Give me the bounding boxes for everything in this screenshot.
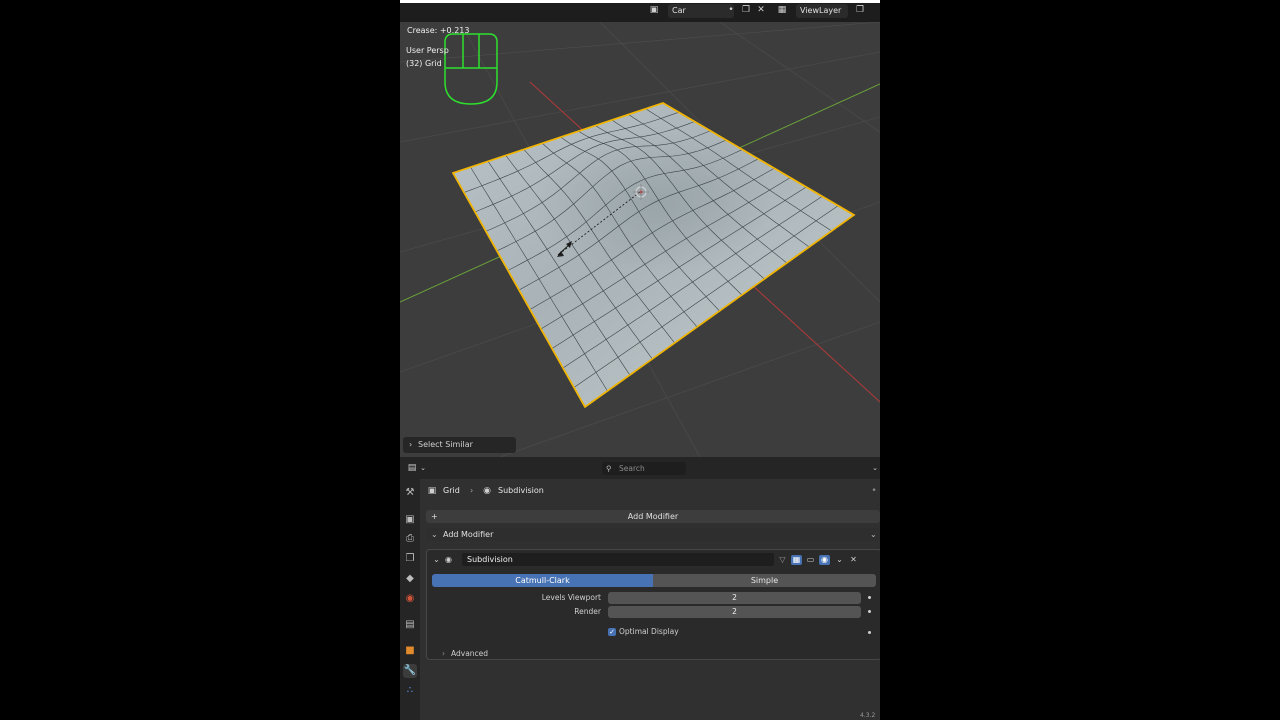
particles-tab-icon[interactable]: ∴ bbox=[403, 684, 417, 698]
edit-mode-icon[interactable]: ▽ bbox=[777, 555, 788, 565]
add-modifier-menu-label: Add Modifier bbox=[443, 530, 494, 539]
crease-readout: Crease: +0.213 bbox=[407, 26, 470, 35]
last-operator-panel[interactable]: › Select Similar bbox=[403, 437, 516, 453]
mouse-overlay-icon bbox=[444, 33, 498, 105]
mesh-object-icon: ▣ bbox=[427, 486, 437, 496]
world-tab-icon[interactable]: ◉ bbox=[403, 592, 417, 606]
breadcrumb-modifier: Subdivision bbox=[498, 486, 544, 495]
optimal-display-checkbox[interactable]: ✓ bbox=[608, 628, 616, 636]
scene-tab-icon[interactable]: ◆ bbox=[403, 572, 417, 586]
3d-viewport[interactable]: Crease: +0.213 User Persp (32) Grid › Se… bbox=[400, 22, 880, 457]
subdivision-modifier-panel: ⌄ ◉ Subdivision ▽ ▦ ▭ ◉ ⌄ ✕ Catmull-Clar… bbox=[426, 549, 880, 660]
advanced-subpanel-label[interactable]: Advanced bbox=[451, 648, 488, 660]
scene-selector[interactable]: Car bbox=[668, 4, 734, 18]
keyframe-dot[interactable] bbox=[868, 610, 871, 613]
window-edge bbox=[400, 0, 880, 3]
chevron-right-icon: › bbox=[409, 440, 413, 449]
add-modifier-menu[interactable]: ⌄ Add Modifier ⌄ bbox=[426, 528, 880, 541]
modifier-icon: ◉ bbox=[483, 486, 491, 496]
properties-header: ▤ ⌄ ⚲ Search ⌄ bbox=[400, 457, 880, 479]
collapse-chevron-icon[interactable]: ⌄ bbox=[431, 555, 442, 565]
options-chevron-icon[interactable]: ⌄ bbox=[870, 463, 880, 473]
object-tab-icon[interactable]: ■ bbox=[403, 644, 417, 658]
subdivision-icon: ◉ bbox=[445, 555, 452, 564]
object-info: (32) Grid bbox=[406, 59, 442, 68]
advanced-chevron-icon[interactable]: › bbox=[442, 648, 445, 660]
keyframe-dot[interactable] bbox=[868, 596, 871, 599]
close-icon[interactable]: ✕ bbox=[848, 555, 859, 565]
view-name: User Persp bbox=[406, 46, 449, 55]
keyframe-dot[interactable] bbox=[868, 631, 871, 634]
modifier-tab-icon[interactable]: 🔧 bbox=[403, 664, 417, 678]
collection-tab-icon[interactable]: ▤ bbox=[403, 618, 417, 632]
view-layer-name: ViewLayer bbox=[800, 6, 842, 15]
search-input[interactable]: ⚲ Search bbox=[602, 462, 686, 475]
breadcrumb-separator-icon: › bbox=[470, 486, 474, 495]
levels-viewport-field[interactable]: 2 bbox=[608, 592, 861, 604]
output-tab-icon[interactable]: ⎙ bbox=[403, 532, 417, 546]
version-label: 4.3.2 bbox=[860, 712, 876, 719]
breadcrumb-object: Grid bbox=[443, 486, 460, 495]
mode-catmull-clark[interactable]: Catmull-Clark bbox=[432, 574, 653, 587]
optimal-display-label: Optimal Display bbox=[619, 627, 679, 636]
view-layer-selector[interactable]: ViewLayer bbox=[796, 4, 848, 18]
view-layer-icon[interactable]: ▦ bbox=[777, 5, 787, 15]
search-placeholder: Search bbox=[619, 464, 645, 473]
dropdown-icon[interactable]: ⌄ bbox=[834, 555, 845, 565]
top-header: ▣ Car • ❐ ✕ ▦ ViewLayer ❐ bbox=[400, 0, 880, 22]
pin-icon[interactable]: • bbox=[869, 486, 879, 496]
levels-viewport-label: Levels Viewport bbox=[541, 593, 601, 602]
properties-editor: ▤ ⌄ ⚲ Search ⌄ ⚒ ▣ ⎙ ❐ ◆ ◉ ▤ ■ 🔧 ∴ ▣ Gri… bbox=[400, 457, 880, 720]
viewport-scene bbox=[400, 22, 880, 457]
render-levels-label: Render bbox=[574, 607, 601, 616]
add-modifier-button-label: Add Modifier bbox=[627, 512, 679, 521]
close-icon[interactable]: ✕ bbox=[756, 5, 766, 15]
pin-icon[interactable]: • bbox=[726, 5, 736, 15]
new-scene-icon[interactable]: ❐ bbox=[741, 5, 751, 15]
add-modifier-button[interactable]: + Add Modifier bbox=[426, 510, 880, 523]
modifier-name-field[interactable]: Subdivision bbox=[462, 553, 774, 566]
scene-icon[interactable]: ▣ bbox=[649, 5, 659, 15]
search-icon: ⚲ bbox=[606, 464, 612, 473]
scene-name: Car bbox=[672, 6, 686, 15]
render-tab-icon[interactable]: ▣ bbox=[403, 513, 417, 527]
new-view-layer-icon[interactable]: ❐ bbox=[855, 5, 865, 15]
on-cage-icon[interactable]: ▦ bbox=[791, 555, 802, 565]
viewport-display-icon[interactable]: ▭ bbox=[805, 555, 816, 565]
editor-type-icon[interactable]: ▤ bbox=[407, 463, 417, 473]
chevron-down-icon: ⌄ bbox=[431, 530, 438, 539]
properties-tabs: ⚒ ▣ ⎙ ❐ ◆ ◉ ▤ ■ 🔧 ∴ bbox=[400, 479, 420, 720]
view-layer-tab-icon[interactable]: ❐ bbox=[403, 552, 417, 566]
blender-window: ▣ Car • ❐ ✕ ▦ ViewLayer ❐ Crease: +0.213… bbox=[400, 0, 880, 720]
mode-simple[interactable]: Simple bbox=[653, 574, 876, 587]
render-camera-icon[interactable]: ◉ bbox=[819, 555, 830, 565]
render-levels-field[interactable]: 2 bbox=[608, 606, 861, 618]
chevron-down-icon[interactable]: ⌄ bbox=[418, 463, 428, 473]
tool-tab-icon[interactable]: ⚒ bbox=[403, 486, 417, 500]
plus-icon: + bbox=[431, 512, 438, 521]
last-operator-label: Select Similar bbox=[418, 440, 473, 449]
menu-chevron-icon: ⌄ bbox=[870, 530, 877, 539]
